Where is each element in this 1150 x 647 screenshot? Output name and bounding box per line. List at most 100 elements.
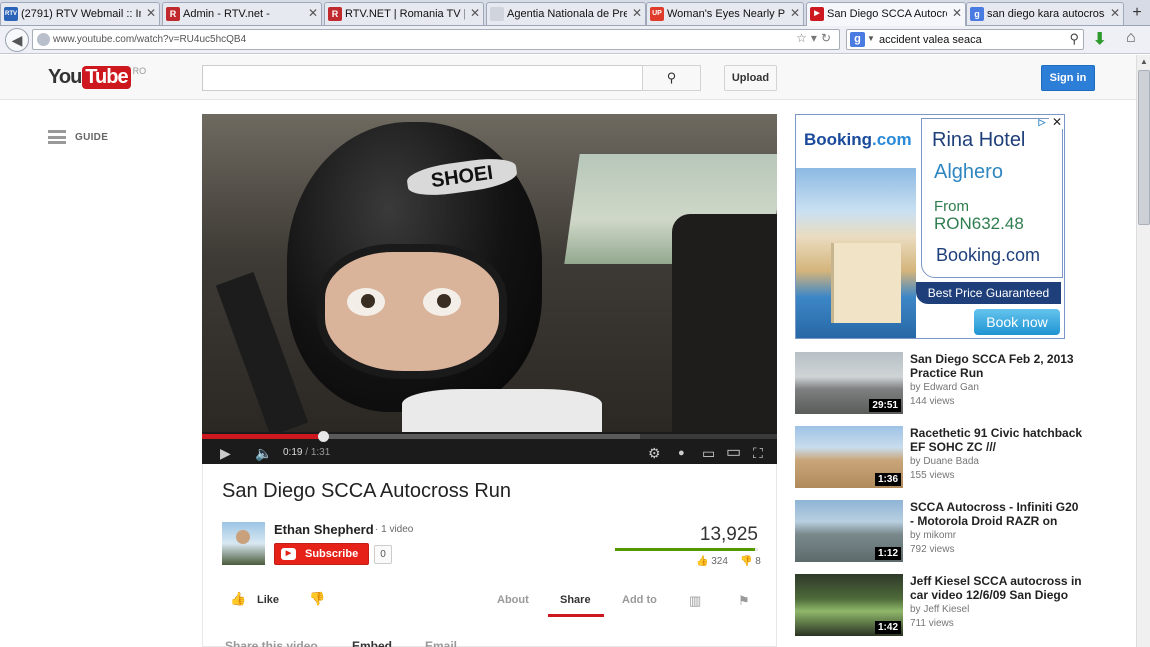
dislike-count-text: 8	[755, 556, 761, 567]
address-bar-controls[interactable]: ☆▾↻	[796, 31, 835, 45]
video-info-panel: San Diego SCCA Autocross Run Ethan Sheph…	[202, 464, 777, 647]
home-icon[interactable]: ⌂	[1126, 29, 1136, 47]
browser-tab-5[interactable]: UP Woman's Eyes Nearly Pop... ✕	[646, 2, 804, 25]
channel-video-count[interactable]: · 1 video	[375, 524, 413, 535]
book-now-button[interactable]: Book now	[974, 309, 1060, 335]
reload-icon[interactable]: ↻	[821, 31, 835, 45]
dropdown-icon[interactable]: ▾	[811, 31, 821, 45]
close-tab-icon[interactable]: ✕	[790, 6, 800, 20]
close-tab-icon[interactable]: ✕	[952, 6, 962, 20]
tab-about[interactable]: About	[497, 594, 529, 606]
related-views: 155 views	[910, 470, 955, 481]
bookmark-star-icon[interactable]: ☆	[796, 31, 811, 45]
annotations-icon[interactable]: ●	[678, 443, 685, 463]
video-player[interactable]: SHOEI ▶ 🔈 0:19 / 1:31 ⚙ ● ▭ ▭ ⛶	[202, 114, 777, 464]
search-button[interactable]: ⚲	[642, 65, 701, 91]
tab-add-to[interactable]: Add to	[622, 594, 657, 606]
play-icon[interactable]: ▶	[220, 443, 231, 463]
close-tab-icon[interactable]: ✕	[470, 6, 480, 20]
browser-tab-1[interactable]: RTV (2791) RTV Webmail :: In... ✕	[0, 2, 160, 25]
search-input[interactable]	[202, 65, 643, 91]
google-icon[interactable]: g	[850, 32, 865, 47]
channel-name[interactable]: Ethan Shepherd	[274, 522, 374, 537]
logo-tube: Tube	[82, 66, 131, 89]
like-count: 👍 324	[696, 556, 728, 567]
share-this-video-tab[interactable]: Share this video	[225, 639, 318, 647]
download-arrow-icon[interactable]: ⬇	[1093, 29, 1106, 49]
related-video-4[interactable]: 1:42 Jeff Kiesel SCCA autocross in car v…	[795, 574, 1095, 638]
thumbs-up-icon: 👍	[230, 591, 247, 606]
new-tab-button[interactable]: +	[1127, 3, 1147, 23]
close-tab-icon[interactable]: ✕	[1110, 6, 1120, 20]
channel-avatar[interactable]	[222, 522, 265, 565]
like-ratio-fill	[615, 548, 755, 551]
thumbs-down-small-icon: 👎	[740, 556, 753, 567]
booking-brand: Booking	[804, 130, 872, 149]
address-bar[interactable]: www.youtube.com/watch?v=RU4uc5hcQB4 ☆▾↻	[32, 29, 840, 50]
related-title[interactable]: SCCA Autocross - Infiniti G20 - Motorola…	[910, 500, 1085, 528]
browser-tab-2[interactable]: R Admin - RTV.net - ✕	[162, 2, 322, 25]
youtube-logo[interactable]: You Tube RO	[48, 66, 146, 92]
like-count-text: 324	[711, 556, 728, 567]
scroll-up-icon[interactable]: ▲	[1137, 55, 1150, 68]
close-tab-icon[interactable]: ✕	[632, 6, 642, 20]
related-video-1[interactable]: 29:51 San Diego SCCA Feb 2, 2013 Practic…	[795, 352, 1095, 416]
magnifier-icon[interactable]: ⚲	[1069, 31, 1079, 47]
video-thumbnail[interactable]: 1:12	[795, 500, 903, 562]
sign-in-button[interactable]: Sign in	[1041, 65, 1095, 91]
tab-share[interactable]: Share	[548, 594, 603, 617]
dislike-button[interactable]: 👎	[309, 591, 325, 607]
booking-ad[interactable]: Booking.com Rina Hotel Alghero From RON6…	[795, 114, 1065, 339]
fullscreen-icon[interactable]: ⛶	[753, 443, 763, 463]
tab-favicon-icon: R	[328, 7, 342, 21]
flag-icon[interactable]: ⚑	[738, 593, 750, 609]
video-frame[interactable]: SHOEI	[202, 114, 777, 432]
video-thumbnail[interactable]: 1:36	[795, 426, 903, 488]
related-title[interactable]: Jeff Kiesel SCCA autocross in car video …	[910, 574, 1085, 602]
youtube-play-icon: ▶	[281, 548, 296, 560]
right-eye-scene	[423, 288, 461, 316]
video-thumbnail[interactable]: 1:42	[795, 574, 903, 636]
tab-favicon-icon: R	[166, 7, 180, 21]
upload-button[interactable]: Upload	[724, 65, 777, 91]
ad-close-icon[interactable]: ✕	[1049, 115, 1064, 129]
browser-tab-active[interactable]: ▶ San Diego SCCA Autocros... ✕	[806, 2, 966, 26]
close-tab-icon[interactable]: ✕	[146, 6, 156, 20]
search-icon: ⚲	[666, 70, 677, 85]
subscribe-button[interactable]: ▶ Subscribe	[274, 543, 369, 565]
video-thumbnail[interactable]: 29:51	[795, 352, 903, 414]
hotel-building-scene	[831, 243, 901, 323]
stats-icon[interactable]: ▥	[689, 593, 701, 609]
browser-tab-4[interactable]: Agentia Nationala de Pres... ✕	[486, 2, 646, 25]
tab-label: Agentia Nationala de Pres...	[507, 8, 627, 20]
volume-icon[interactable]: 🔈	[255, 443, 272, 463]
like-button[interactable]: 👍 Like	[230, 591, 279, 606]
close-tab-icon[interactable]: ✕	[308, 6, 318, 20]
video-seat-scene	[672, 214, 777, 432]
browser-tab-3[interactable]: R RTV.NET | Romania TV | N... ✕	[324, 2, 484, 25]
related-video-3[interactable]: 1:12 SCCA Autocross - Infiniti G20 - Mot…	[795, 500, 1095, 564]
player-controls: ▶ 🔈 0:19 / 1:31 ⚙ ● ▭ ▭ ⛶	[202, 431, 777, 464]
ad-info-icon[interactable]: ▷	[1036, 115, 1048, 129]
related-title[interactable]: San Diego SCCA Feb 2, 2013 Practice Run	[910, 352, 1085, 380]
booking-logo: Booking.com	[804, 130, 912, 150]
related-channel: by Jeff Kiesel	[910, 604, 970, 615]
browser-search-box[interactable]: g ▼ accident valea seaca ⚲	[846, 29, 1084, 50]
logo-you: You	[48, 66, 82, 88]
related-video-2[interactable]: 1:36 Racethetic 91 Civic hatchback EF SO…	[795, 426, 1095, 490]
subscribe-label: Subscribe	[305, 548, 359, 560]
related-title[interactable]: Racethetic 91 Civic hatchback EF SOHC ZC…	[910, 426, 1085, 454]
page-scrollbar[interactable]: ▲	[1136, 55, 1150, 647]
back-arrow-icon[interactable]: ◀	[5, 28, 29, 52]
settings-gear-icon[interactable]: ⚙	[648, 443, 661, 463]
large-player-icon[interactable]: ▭	[726, 443, 741, 463]
email-tab[interactable]: Email	[425, 639, 457, 647]
embed-tab[interactable]: Embed	[352, 639, 392, 647]
browser-tab-7[interactable]: g san diego kara autocross ... ✕	[966, 2, 1124, 25]
small-player-icon[interactable]: ▭	[702, 443, 715, 463]
globe-icon	[37, 33, 50, 46]
engine-dropdown-icon[interactable]: ▼	[867, 34, 875, 43]
scrubber-handle[interactable]	[317, 431, 329, 442]
scrollbar-thumb[interactable]	[1138, 70, 1150, 225]
related-channel: by mikomr	[910, 530, 957, 541]
